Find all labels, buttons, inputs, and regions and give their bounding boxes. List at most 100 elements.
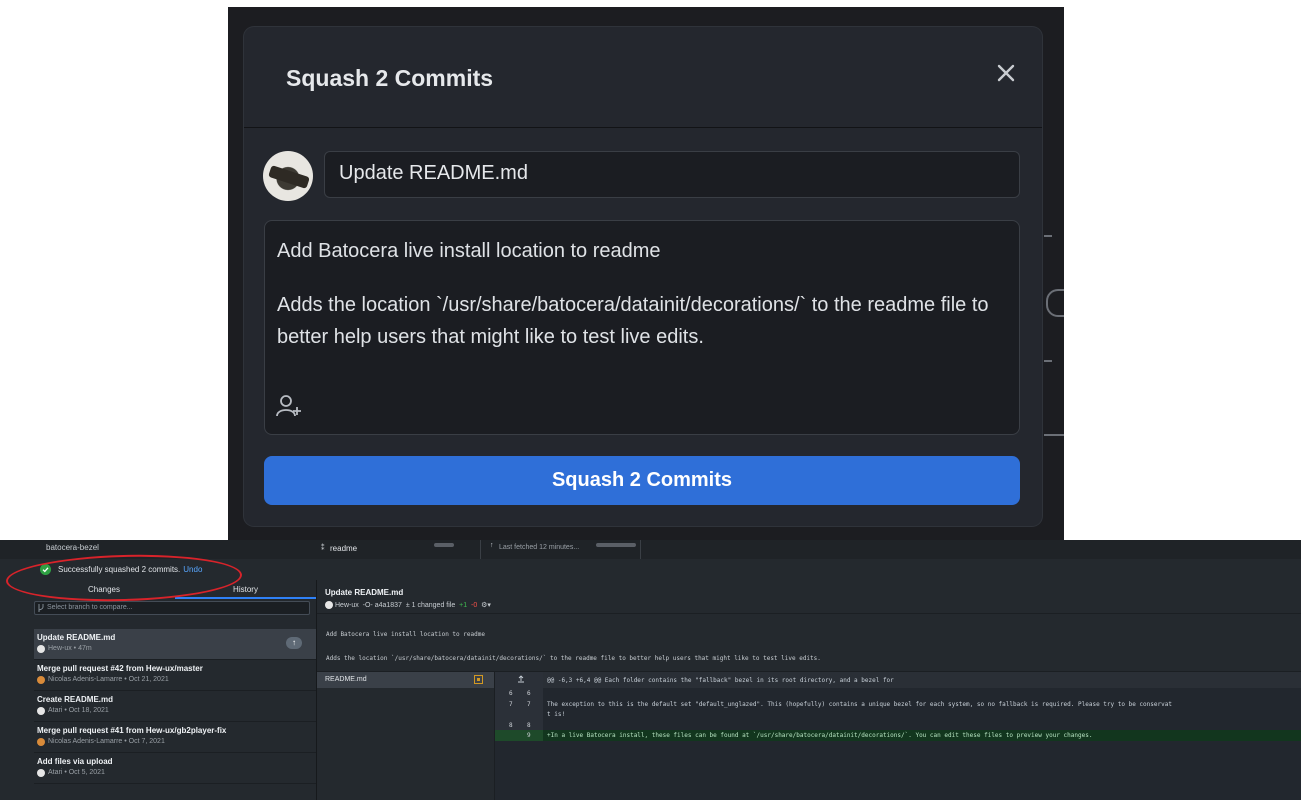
diff-gutter	[495, 710, 543, 720]
branch-icon: ⁑	[321, 545, 325, 552]
commit-list-item[interactable]: Add files via upload Atari • Oct 5, 2021	[34, 753, 316, 784]
current-branch-button[interactable]: readme	[330, 544, 357, 553]
changed-files-icon: ±	[405, 602, 410, 609]
changed-files-list: README.md	[317, 672, 495, 800]
commit-title: Add files via upload	[37, 757, 113, 766]
avatar	[37, 707, 45, 715]
squash-dialog-screenshot: Squash 2 Commits Update README.md Add Ba…	[228, 7, 1064, 543]
toolbar: batocera-bezel ⁑ readme ↑ Last fetched 1…	[0, 540, 1301, 559]
commit-author: Hew-ux	[335, 602, 359, 609]
commit-description-input[interactable]: Add Batocera live install location to re…	[264, 220, 1020, 435]
new-line-number: 8	[527, 722, 531, 729]
commit-meta: Nicolas Adenis-Lamarre • Oct 7, 2021	[48, 738, 165, 745]
old-line-number: 7	[509, 701, 513, 708]
commit-message-line: Add Batocera live install location to re…	[326, 631, 485, 638]
fetch-origin-button[interactable]: Last fetched 12 minutes...	[499, 544, 579, 551]
dialog-header: Squash 2 Commits	[244, 27, 1042, 128]
toolbar-blur	[596, 543, 636, 547]
background-fragment	[1044, 360, 1052, 362]
avatar	[37, 676, 45, 684]
diff-gutter	[495, 698, 543, 710]
diff-line: t is!	[495, 710, 1301, 720]
avatar	[325, 601, 333, 610]
tab-history[interactable]: History	[175, 580, 316, 599]
squash-commits-dialog: Squash 2 Commits Update README.md Add Ba…	[244, 27, 1042, 526]
file-name: README.md	[325, 676, 367, 683]
github-desktop-screenshot: batocera-bezel ⁑ readme ↑ Last fetched 1…	[0, 540, 1301, 800]
diff-line-text: +In a live Batocera install, these files…	[547, 732, 1093, 739]
expand-up-icon[interactable]	[517, 675, 525, 683]
repository-name[interactable]: batocera-bezel	[46, 543, 99, 552]
success-banner: Successfully squashed 2 commits. Undo	[0, 559, 1301, 581]
commit-title: Merge pull request #41 from Hew-ux/gb2pl…	[37, 726, 227, 735]
hunk-header-text: @@ -6,3 +6,4 @@ Each folder contains the…	[547, 677, 894, 684]
background-fragment	[1044, 235, 1052, 237]
background-fragment	[1044, 434, 1064, 436]
diff-line-text: t is!	[547, 711, 566, 718]
diff-line: 7 7 The exception to this is the default…	[495, 698, 1301, 710]
settings-gear-icon[interactable]: ⚙▾	[481, 602, 491, 609]
branch-icon	[38, 604, 44, 612]
new-line-number: 9	[527, 732, 531, 739]
commit-meta: Nicolas Adenis-Lamarre • Oct 21, 2021	[48, 676, 169, 683]
branch-compare-input[interactable]: Select branch to compare...	[34, 601, 310, 615]
diff-hunk-header: @@ -6,3 +6,4 @@ Each folder contains the…	[495, 672, 1301, 688]
diff-line: 6 6	[495, 688, 1301, 698]
banner-message: Successfully squashed 2 commits. Undo	[58, 565, 203, 574]
diff-gutter	[495, 730, 543, 741]
tab-changes[interactable]: Changes	[34, 580, 174, 599]
diff-gutter	[495, 720, 543, 730]
new-line-number: 7	[527, 701, 531, 708]
divider	[317, 613, 1301, 614]
diff-line-text: The exception to this is the default set…	[547, 701, 1172, 708]
commit-detail-pane: Update README.md Hew-ux -O- a4a1837 ± 1 …	[317, 580, 1301, 800]
toolbar-divider	[640, 540, 641, 559]
deletions-count: -0	[471, 602, 478, 609]
changed-files-count: 1 changed file	[411, 602, 456, 609]
add-coauthor-icon[interactable]	[276, 393, 302, 419]
fetch-icon: ↑	[490, 542, 494, 549]
undo-link[interactable]: Undo	[183, 565, 202, 574]
commit-list-item[interactable]: Update README.md Hew-ux • 47m ↑	[34, 629, 316, 660]
commit-meta: Atari • Oct 18, 2021	[48, 707, 109, 714]
squash-commits-button[interactable]: Squash 2 Commits	[264, 456, 1020, 505]
commit-title: Merge pull request #42 from Hew-ux/maste…	[37, 664, 203, 673]
toolbar-divider	[480, 540, 481, 559]
avatar	[37, 738, 45, 746]
unpushed-arrow-icon: ↑	[286, 637, 302, 649]
diff-line: 8 8	[495, 720, 1301, 730]
old-line-number: 8	[509, 722, 513, 729]
commit-meta: Hew-ux • 47m	[48, 645, 92, 652]
history-sidebar: Changes History Select branch to compare…	[0, 580, 317, 800]
commit-message-line: Adds the location `/usr/share/batocera/d…	[326, 655, 821, 662]
avatar	[37, 769, 45, 777]
commit-title: Create README.md	[37, 695, 114, 704]
diff-view: @@ -6,3 +6,4 @@ Each folder contains the…	[495, 672, 1301, 800]
additions-count: +1	[459, 602, 468, 609]
commit-sha[interactable]: a4a1837	[375, 602, 402, 609]
commit-detail-meta: Hew-ux -O- a4a1837 ± 1 changed file +1 -…	[325, 601, 491, 610]
diff-added-line: 9 +In a live Batocera install, these fil…	[495, 730, 1301, 741]
commit-list-item[interactable]: Create README.md Atari • Oct 18, 2021	[34, 691, 316, 722]
close-icon[interactable]	[992, 59, 1020, 87]
diff-gutter	[495, 688, 543, 698]
avatar	[37, 645, 45, 653]
description-line: Adds the location `/usr/share/batocera/d…	[277, 294, 989, 348]
modified-status-icon	[474, 675, 483, 684]
old-line-number: 6	[509, 690, 513, 697]
commit-sha-icon: -O-	[362, 602, 373, 609]
commit-detail-title: Update README.md	[325, 588, 404, 597]
new-line-number: 6	[527, 690, 531, 697]
commit-summary-input[interactable]: Update README.md	[324, 151, 1020, 198]
avatar	[263, 151, 313, 201]
commit-meta: Atari • Oct 5, 2021	[48, 769, 105, 776]
commit-list-item[interactable]: Merge pull request #41 from Hew-ux/gb2pl…	[34, 722, 316, 753]
dialog-title: Squash 2 Commits	[286, 65, 494, 91]
commit-title: Update README.md	[37, 633, 116, 642]
commit-list-item[interactable]: Merge pull request #42 from Hew-ux/maste…	[34, 660, 316, 691]
description-line: Add Batocera live install location to re…	[277, 240, 661, 262]
background-fragment	[1046, 289, 1064, 317]
toolbar-blur	[434, 543, 454, 547]
check-circle-icon	[40, 564, 51, 575]
changed-file-item[interactable]: README.md	[317, 672, 494, 688]
